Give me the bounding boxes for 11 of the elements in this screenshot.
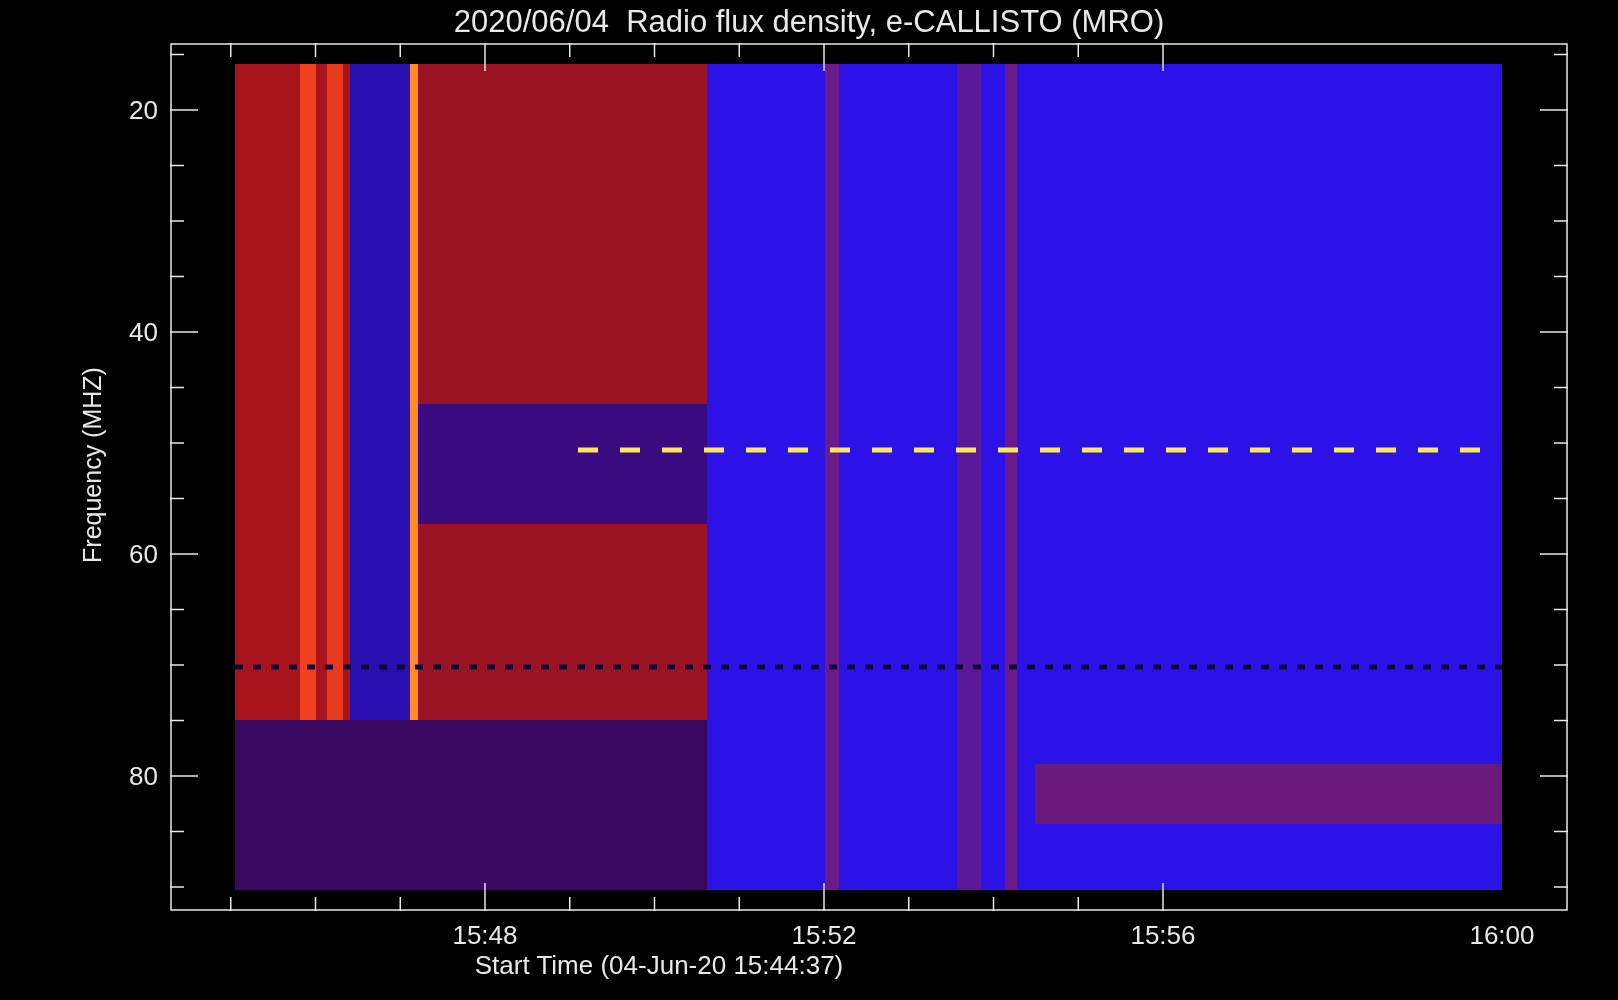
y-tick-label: 80 (128, 761, 158, 791)
y-tick-label: 20 (128, 95, 158, 125)
x-tick-label: 15:52 (790, 920, 858, 950)
y-tick-label: 40 (128, 317, 158, 347)
x-tick-label: 15:56 (1129, 920, 1197, 950)
x-tick-label: 15:48 (451, 920, 519, 950)
x-axis-label: Start Time (04-Jun-20 15:44:37) (473, 950, 845, 980)
x-tick-label: 16:00 (1468, 920, 1536, 950)
chart-title: 2020/06/04 Radio flux density, e-CALLISTO (MRO) (452, 3, 1166, 41)
y-tick-label: 60 (128, 539, 158, 569)
y-axis-label: Frequency (MHZ) (77, 366, 107, 565)
